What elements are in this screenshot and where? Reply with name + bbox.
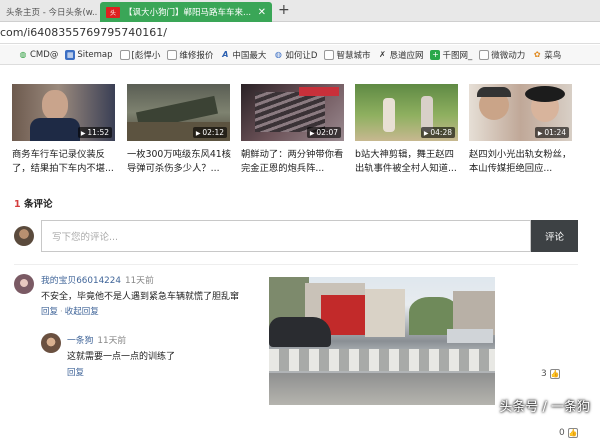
video-duration: 04:28 xyxy=(420,127,455,138)
video-duration: 02:07 xyxy=(306,127,341,138)
avatar[interactable] xyxy=(14,274,34,294)
divider xyxy=(14,264,578,265)
avatar[interactable] xyxy=(14,226,34,246)
video-title[interactable]: b站大神剪辑，舞王赵四出轨事件被全村人知道... xyxy=(355,148,461,176)
like-count[interactable]: 3 👍 xyxy=(541,369,560,379)
comment-count-number: 1 xyxy=(14,199,21,210)
video-title[interactable]: 一枚300万吨级东风41核导弹可杀伤多少人？... xyxy=(127,148,233,176)
avatar[interactable] xyxy=(41,333,61,353)
video-duration: 02:12 xyxy=(192,127,227,138)
globe-icon: ◍ xyxy=(19,49,27,59)
close-icon[interactable]: ✕ xyxy=(254,7,266,18)
video-duration: 11:52 xyxy=(77,127,112,138)
comment-count-label: 条评论 xyxy=(23,199,53,210)
page-icon xyxy=(324,49,335,60)
bookmark-item[interactable]: ◍ CMD@ xyxy=(18,49,59,60)
bookmark-item[interactable]: 维修报价 xyxy=(167,49,213,61)
comment-time: 11天前 xyxy=(124,276,154,286)
reply-text: 这就需要一点一点的训练了 xyxy=(67,352,176,362)
bookmark-item[interactable]: [彪悍小 xyxy=(119,49,160,61)
bookmark-item[interactable]: ✿ 菜鸟 xyxy=(532,49,561,61)
browser-tab-bar: 头条主页 - 今日头条(w... ✕ 头 【讽大小狗门】郸阳马路车车来... ✕… xyxy=(0,0,600,22)
flower-icon: ✿ xyxy=(533,49,541,59)
comment-author[interactable]: 我的宝贝66014224 11天前 xyxy=(41,273,154,286)
watermark: 头条号 / 一条狗 xyxy=(499,400,590,415)
bookmark-item[interactable]: 微微动力 xyxy=(479,49,525,61)
globe-icon: ◍ xyxy=(274,49,282,59)
thumbs-up-icon[interactable]: 👍 xyxy=(567,428,578,438)
video-duration: 01:24 xyxy=(534,127,569,138)
comment-image[interactable] xyxy=(269,277,495,405)
comment-input[interactable]: 写下您的评论... xyxy=(41,220,531,252)
bookmark-item[interactable]: ✗ 恳道应网 xyxy=(377,49,423,61)
thumbs-up-icon[interactable]: 👍 xyxy=(549,369,560,379)
bookmark-item[interactable]: ◍ 如何让D xyxy=(273,49,318,61)
bookmark-item[interactable]: ▦ Sitemap xyxy=(65,49,113,60)
new-tab-button[interactable]: + xyxy=(278,2,290,18)
video-title[interactable]: 赵四刘小光出轨女粉丝，本山传媒拒绝回应... xyxy=(469,148,575,176)
comment-text: 不安全，毕竟他不是人遇到紧急车辆就慌了胆乱窜 xyxy=(41,292,240,302)
video-thumbnail[interactable]: 04:28 xyxy=(355,84,458,141)
tab-label: 头条主页 - 今日头条(w... xyxy=(6,8,98,18)
bookmark-item[interactable]: A 中国最大 xyxy=(220,49,266,61)
like-count[interactable]: 0 👍 xyxy=(559,428,578,438)
address-bar[interactable]: com/i6408355769795740161/ xyxy=(0,22,600,44)
sitemap-icon: ▦ xyxy=(65,49,76,60)
comment-count: 1 条评论 xyxy=(14,196,52,210)
url-prefix: com/ xyxy=(0,26,28,39)
reply-link[interactable]: 回复 xyxy=(41,307,58,317)
comment-actions: 回复 · 收起回复 xyxy=(41,307,99,317)
video-thumbnail[interactable]: 02:12 xyxy=(127,84,230,141)
reply-author[interactable]: 一条狗 11天前 xyxy=(67,333,126,346)
reply-time: 11天前 xyxy=(97,336,127,346)
reply-link[interactable]: 回复 xyxy=(67,366,84,378)
tab-label: 【讽大小狗门】郸阳马路车车来... xyxy=(124,8,252,18)
bookmark-item[interactable]: 智慧城市 xyxy=(324,49,370,61)
comment-composer: 写下您的评论... 评论 xyxy=(14,220,578,252)
page-icon xyxy=(167,49,178,60)
collapse-replies-link[interactable]: 收起回复 xyxy=(65,307,99,317)
bookmark-item[interactable]: + 千图网_ xyxy=(430,49,472,61)
runner-icon: ✗ xyxy=(379,49,386,59)
tab-active-article[interactable]: 头 【讽大小狗门】郸阳马路车车来... ✕ xyxy=(100,2,272,22)
video-thumbnail[interactable]: 02:07 xyxy=(241,84,344,141)
a-logo-icon: A xyxy=(222,49,229,59)
bookmarks-bar: ◍ CMD@ ▦ Sitemap [彪悍小 维修报价 A 中国最大 ◍ 如何让D 智慧城… xyxy=(0,45,600,65)
url-path: i6408355769795740161/ xyxy=(27,26,167,39)
video-title[interactable]: 商务车行车记录仪装反了，结果拍下车内不堪... xyxy=(12,148,118,176)
page-icon xyxy=(479,49,490,60)
toutiao-favicon-icon: 头 xyxy=(106,6,120,18)
video-title[interactable]: 朝鲜动了：两分钟带你看完金正恩的炮兵阵... xyxy=(241,148,347,176)
tab-toutiao-home[interactable]: 头条主页 - 今日头条(w... ✕ xyxy=(0,2,98,22)
article-page: 11:52 商务车行车记录仪装反了，结果拍下车内不堪... 02:12 一枚30… xyxy=(0,66,600,438)
video-thumbnail[interactable]: 11:52 xyxy=(12,84,115,141)
submit-comment-button[interactable]: 评论 xyxy=(531,220,578,252)
video-thumbnail[interactable]: 01:24 xyxy=(469,84,572,141)
page-icon xyxy=(119,49,130,60)
plus-green-icon: + xyxy=(430,49,441,60)
